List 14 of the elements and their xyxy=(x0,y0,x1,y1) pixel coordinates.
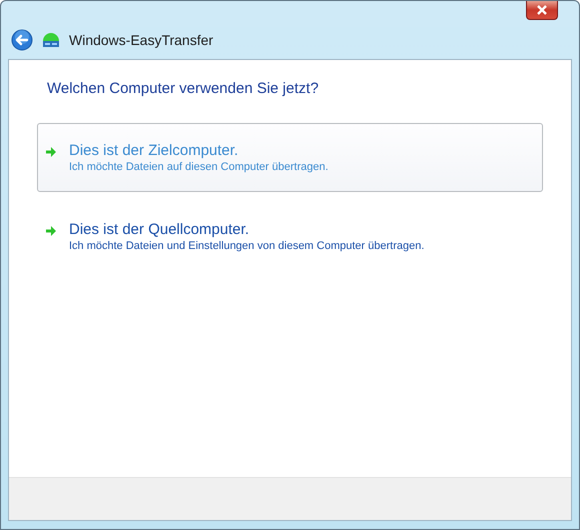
option-description: Ich möchte Dateien und Einstellungen von diesem Computer übertragen. xyxy=(69,240,424,252)
transfer-app-icon xyxy=(42,32,60,48)
option-description: Ich möchte Dateien auf diesen Computer übertragen. xyxy=(69,161,328,173)
option-title: Dies ist der Quellcomputer. xyxy=(69,221,250,238)
option-title: Dies ist der Zielcomputer. xyxy=(69,142,240,159)
window-title: Windows-EasyTransfer xyxy=(69,32,214,48)
arrow-icon xyxy=(45,225,57,237)
close-button[interactable] xyxy=(526,1,558,20)
back-button[interactable] xyxy=(11,29,33,51)
option-button[interactable]: Dies ist der Zielcomputer. Ich möchte Dateien auf diesen Computer übertragen. xyxy=(37,123,543,192)
close-icon xyxy=(536,5,548,15)
arrow-icon xyxy=(45,146,57,158)
page-heading: Welchen Computer verwenden Sie jetzt? xyxy=(47,80,320,97)
option-button[interactable]: Dies ist der Quellcomputer. Ich möchte Dateien und Einstellungen von diesem Computer übertragen. xyxy=(37,202,543,271)
